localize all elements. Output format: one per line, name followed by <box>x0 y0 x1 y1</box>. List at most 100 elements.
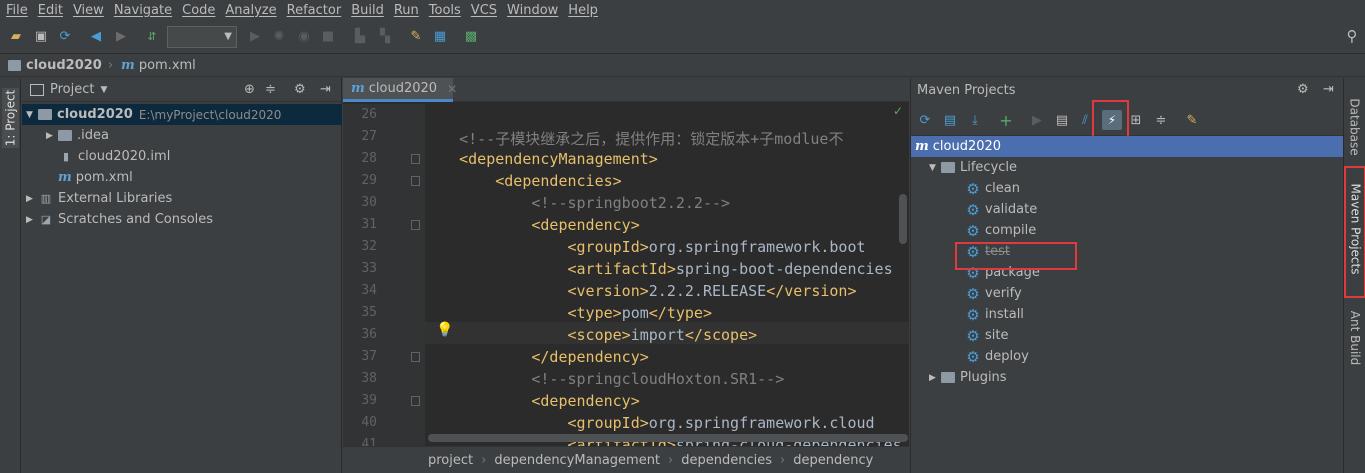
collapse-icon[interactable]: ≑ <box>265 82 276 97</box>
nav-crumb-file[interactable]: m pom.xml <box>121 58 196 73</box>
maven-panel-title: Maven Projects <box>917 82 1016 98</box>
maven-project-root[interactable]: m cloud2020 <box>911 136 1343 157</box>
chevron-down-icon[interactable]: ▼ <box>929 163 941 173</box>
maven-tab-highlight-box <box>1344 166 1365 298</box>
project-view-select[interactable]: Project <box>50 82 94 97</box>
code-token: spring-boot-dependencies <box>675 260 893 278</box>
project-tree-item[interactable]: ▶ .idea <box>22 125 342 146</box>
project-tree-item[interactable]: ▼ cloud2020 E:\myProject\cloud2020 <box>22 104 342 125</box>
toggle-offline-icon[interactable]: ⫽ <box>1077 112 1093 128</box>
dependencies-diagram-icon[interactable]: ⊞ <box>1128 112 1144 128</box>
sync-icon[interactable]: ⟳ <box>57 28 73 44</box>
maven-lifecycle-node[interactable]: ▼ Lifecycle <box>911 157 1343 178</box>
menu-analyze[interactable]: Analyze <box>225 3 276 18</box>
maven-tree-label: compile <box>985 223 1037 238</box>
maven-tree-label: Plugins <box>960 370 1007 385</box>
lightbulb-icon[interactable]: 💡 <box>436 322 453 338</box>
reimport-icon[interactable]: ⟳ <box>917 112 933 128</box>
fold-icon[interactable] <box>411 220 420 230</box>
fold-icon[interactable] <box>411 176 420 186</box>
menu-refactor[interactable]: Refactor <box>287 3 342 18</box>
download-icon[interactable]: ⤓ <box>967 112 983 128</box>
menu-code[interactable]: Code <box>182 3 215 18</box>
gear-icon[interactable]: ⚙ <box>294 82 306 97</box>
menu-navigate[interactable]: Navigate <box>114 3 172 18</box>
menu-tools[interactable]: Tools <box>429 3 461 18</box>
menu-edit[interactable]: Edit <box>38 3 63 18</box>
add-icon[interactable]: + <box>998 111 1014 130</box>
tool-tab-database[interactable]: Database <box>1346 92 1364 162</box>
maven-goal-deploy[interactable]: ⚙ deploy <box>911 346 1343 367</box>
menu-help[interactable]: Help <box>568 3 598 18</box>
tool-tab-ant-build[interactable]: Ant Build <box>1346 308 1364 368</box>
nav-crumb-project[interactable]: cloud2020 <box>8 58 102 73</box>
attach-icon[interactable]: ▙ <box>352 28 368 44</box>
maven-plugins-node[interactable]: ▶ Plugins <box>911 367 1343 388</box>
maven-goal-validate[interactable]: ⚙ validate <box>911 199 1343 220</box>
run-icon[interactable]: ▶ <box>1029 112 1045 128</box>
chevron-right-icon[interactable]: ▶ <box>26 194 38 204</box>
project-structure-icon[interactable]: ▚ <box>377 28 393 44</box>
sdk-icon[interactable]: ▦ <box>432 28 448 44</box>
maven-goal-install[interactable]: ⚙ install <box>911 304 1343 325</box>
maven-project-icon: m <box>915 139 929 154</box>
menu-run[interactable]: Run <box>394 3 419 18</box>
debug-icon[interactable]: ✺ <box>271 28 287 44</box>
line-number: 26 <box>361 107 377 122</box>
horizontal-scrollbar[interactable] <box>428 434 908 442</box>
vcs-icon[interactable]: ▩ <box>463 28 479 44</box>
tool-tab-project[interactable]: 1: Project <box>2 88 19 148</box>
hide-icon[interactable]: ⇥ <box>1323 82 1334 97</box>
chevron-right-icon[interactable]: ▶ <box>929 373 941 383</box>
vertical-scrollbar[interactable] <box>899 194 907 244</box>
code-token: </scope> <box>684 326 758 344</box>
locate-icon[interactable]: ⊕ <box>244 82 255 97</box>
build-icon[interactable]: ⇵ <box>144 28 160 44</box>
breadcrumb-item[interactable]: dependency <box>793 453 873 468</box>
chevron-right-icon[interactable]: ▶ <box>46 131 58 141</box>
forward-icon[interactable]: ▶ <box>113 28 129 44</box>
chevron-right-icon[interactable]: ▶ <box>26 215 38 225</box>
stop-icon[interactable]: ■ <box>320 28 336 44</box>
project-tree-item[interactable]: ▶ ▥ External Libraries <box>22 188 342 209</box>
chevron-down-icon[interactable]: ▼ <box>100 85 107 95</box>
right-tool-stripe: Database Maven Projects Ant Build <box>1343 78 1365 473</box>
project-tree-item[interactable]: m pom.xml <box>22 167 342 188</box>
maven-goal-verify[interactable]: ⚙ verify <box>911 283 1343 304</box>
execute-goal-icon[interactable]: ▤ <box>1054 112 1070 128</box>
breadcrumb-item[interactable]: project <box>428 453 473 468</box>
menu-build[interactable]: Build <box>351 3 384 18</box>
menu-file[interactable]: File <box>6 3 28 18</box>
settings-icon[interactable]: ✎ <box>408 28 424 44</box>
maven-goal-compile[interactable]: ⚙ compile <box>911 220 1343 241</box>
breadcrumb-item[interactable]: dependencyManagement <box>494 453 660 468</box>
run-config-select[interactable]: ▼ <box>167 26 237 48</box>
editor-tab-pom[interactable]: m cloud2020 ✕ <box>343 78 457 102</box>
fold-icon[interactable] <box>411 352 420 362</box>
fold-icon[interactable] <box>411 154 420 164</box>
code-line: <!--springboot2.2.2--> <box>423 194 730 212</box>
breadcrumb-item[interactable]: dependencies <box>681 453 772 468</box>
maven-settings-icon[interactable]: ✎ <box>1184 112 1200 128</box>
fold-icon[interactable] <box>411 396 420 406</box>
open-icon[interactable]: ▰ <box>8 28 24 44</box>
close-icon[interactable]: ✕ <box>447 82 457 96</box>
back-icon[interactable]: ◀ <box>88 28 104 44</box>
menu-vcs[interactable]: VCS <box>471 3 497 18</box>
search-icon[interactable]: ⚲ <box>1344 27 1360 45</box>
run-icon[interactable]: ▶ <box>247 28 263 44</box>
code-token: <groupId> <box>567 238 649 256</box>
collapse-all-icon[interactable]: ≑ <box>1153 112 1169 128</box>
menu-view[interactable]: View <box>73 3 104 18</box>
chevron-down-icon[interactable]: ▼ <box>26 110 38 120</box>
gear-icon[interactable]: ⚙ <box>1297 82 1309 97</box>
menu-window[interactable]: Window <box>507 3 558 18</box>
project-tree-item[interactable]: ▮ cloud2020.iml <box>22 146 342 167</box>
hide-icon[interactable]: ⇥ <box>320 82 331 97</box>
maven-goal-clean[interactable]: ⚙ clean <box>911 178 1343 199</box>
project-tree-item[interactable]: ▶ ◪ Scratches and Consoles <box>22 209 342 230</box>
save-icon[interactable]: ▣ <box>33 28 49 44</box>
maven-goal-site[interactable]: ⚙ site <box>911 325 1343 346</box>
generate-sources-icon[interactable]: ▤ <box>942 112 958 128</box>
coverage-icon[interactable]: ◉ <box>296 28 312 44</box>
